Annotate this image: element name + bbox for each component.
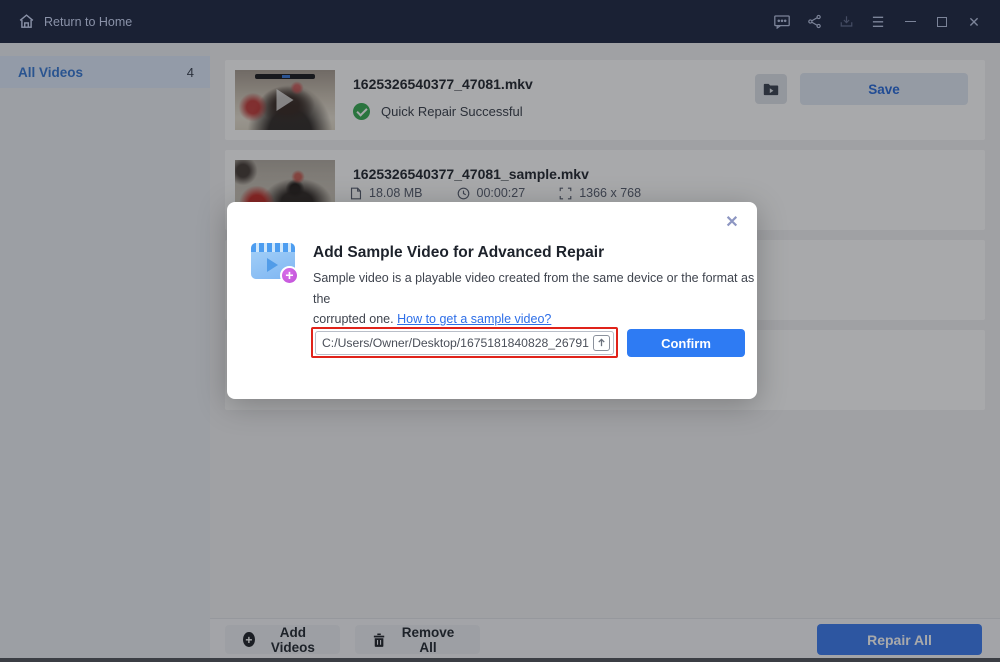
app-window: Return to Home ☰ ✕ All Videos 4 16253265… [0,0,1000,662]
sample-video-help-link[interactable]: How to get a sample video? [397,312,551,326]
return-home-label: Return to Home [44,14,133,29]
confirm-button[interactable]: Confirm [627,329,745,357]
maximize-button[interactable] [926,0,958,43]
upload-arrow-icon [598,338,605,347]
minimize-button[interactable] [894,0,926,43]
return-home-button[interactable]: Return to Home [18,13,132,30]
dialog-title: Add Sample Video for Advanced Repair [313,244,605,261]
share-icon[interactable] [798,0,830,43]
feedback-icon[interactable] [766,0,798,43]
browse-file-button[interactable] [593,335,610,351]
titlebar: Return to Home ☰ ✕ [0,0,1000,43]
home-icon [19,14,34,28]
add-plus-icon: + [280,266,299,285]
download-icon [830,0,862,43]
sample-video-icon: + [251,241,299,285]
sample-path-field-wrap [315,331,614,355]
dialog-description: Sample video is a playable video created… [313,271,755,327]
dialog-close-icon[interactable]: ✕ [722,213,742,233]
menu-icon[interactable]: ☰ [862,0,894,43]
sample-path-input[interactable] [315,331,614,355]
titlebar-controls: ☰ ✕ [766,0,990,43]
add-sample-video-dialog: ✕ + Add Sample Video for Advanced Repair… [227,202,757,399]
close-button[interactable]: ✕ [958,0,990,43]
